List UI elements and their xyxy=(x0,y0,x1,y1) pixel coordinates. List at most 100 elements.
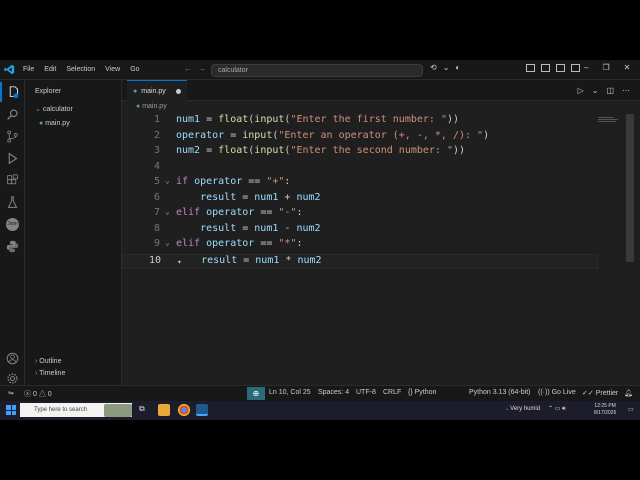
extensions-icon[interactable] xyxy=(0,170,25,190)
account-icon[interactable] xyxy=(0,348,25,368)
menu-go[interactable]: Go xyxy=(125,66,144,73)
timeline-section[interactable]: › Timeline xyxy=(35,370,65,377)
fold-chevron-icon[interactable]: ⌄ xyxy=(165,176,170,185)
menu-selection[interactable]: Selection xyxy=(61,66,100,73)
menu-view[interactable]: View xyxy=(100,66,125,73)
chevron-down-icon: ⌄ xyxy=(35,106,43,113)
maximize-icon[interactable]: ❐ xyxy=(602,63,609,72)
code-token: if xyxy=(176,176,189,187)
prettier-button[interactable]: ✓✓ Prettier xyxy=(582,389,618,397)
code-line[interactable]: 4 xyxy=(122,161,598,176)
cursor-position[interactable]: Ln 10, Col 25 xyxy=(269,389,311,396)
nav-back-forward[interactable]: ←→ xyxy=(184,64,212,73)
code-line[interactable]: 8 result = num1 - num2 xyxy=(122,223,598,238)
weather-widget[interactable]: 💧︎ Very humid xyxy=(506,406,540,413)
fold-chevron-icon[interactable]: ⌄ xyxy=(165,238,170,247)
zoom-icon[interactable]: ⊕ xyxy=(247,387,265,400)
toggle-sidebar-icon[interactable] xyxy=(526,64,535,72)
menu-edit[interactable]: Edit xyxy=(39,66,61,73)
more-actions-icon[interactable]: ⋯ xyxy=(622,86,630,95)
code-token: == xyxy=(242,176,267,187)
code-token: = xyxy=(236,222,255,234)
tab-main-py[interactable]: ● main.py xyxy=(127,80,187,101)
code-text: elif operator == "-": xyxy=(176,207,302,218)
customize-layout-icon[interactable] xyxy=(571,64,580,72)
notifications-icon[interactable]: 🔔︎ xyxy=(624,389,633,397)
fold-chevron-icon[interactable]: ⌄ xyxy=(165,207,170,216)
menu-file[interactable]: File xyxy=(18,66,39,73)
taskbar-clock[interactable]: 12:25 PM 8/17/2026 xyxy=(594,403,616,417)
code-token: "Enter the first number: " xyxy=(290,114,447,125)
code-line[interactable]: 2 operator = input("Enter an operator (+,… xyxy=(122,130,598,145)
run-debug-icon[interactable] xyxy=(0,148,25,168)
folder-calculator[interactable]: ⌄ calculator xyxy=(35,105,73,113)
close-icon[interactable]: ✕ xyxy=(624,63,631,72)
line-number: 8 xyxy=(153,222,160,234)
code-line[interactable]: 5 ⌄ if operator == "+": xyxy=(122,176,598,191)
chevron-down-icon[interactable]: ⌄ xyxy=(443,63,450,72)
windows-start-icon[interactable] xyxy=(6,405,16,415)
code-line[interactable]: 10 result = num1 * num2 ✦ xyxy=(122,253,598,269)
code-token: = xyxy=(224,129,243,141)
search-placeholder: Type here to search xyxy=(34,407,88,413)
account-sync-icon[interactable]: ◐ xyxy=(455,63,460,72)
code-line[interactable]: 7 ⌄ elif operator == "-": xyxy=(122,207,598,222)
editor-area: ● main.py ▷ ⌄ ◫ ⋯ ● main.py 1 num1 = floa… xyxy=(122,80,640,385)
code-token: input xyxy=(242,129,273,141)
unsaved-dot-icon[interactable] xyxy=(175,88,181,94)
line-number: 7 xyxy=(153,207,160,218)
breadcrumb[interactable]: ● main.py xyxy=(136,103,167,110)
language-mode[interactable]: {} Python xyxy=(408,389,436,396)
code-line[interactable]: 1 num1 = float(input("Enter the first num… xyxy=(122,114,598,129)
braces-icon: {} xyxy=(408,389,413,396)
encoding[interactable]: UTF-8 xyxy=(356,389,376,396)
run-python-file-icon[interactable]: ▷ xyxy=(578,86,584,95)
file-main-py[interactable]: ● main.py xyxy=(39,120,70,127)
split-editor-icon[interactable]: ◫ xyxy=(606,86,614,95)
problems-indicator[interactable]: ⓧ 0 △ 0 xyxy=(24,389,52,399)
toggle-secondary-sidebar-icon[interactable] xyxy=(556,64,565,72)
indentation[interactable]: Spaces: 4 xyxy=(318,389,349,396)
line-ending[interactable]: CRLF xyxy=(383,389,401,396)
code-token: = xyxy=(200,145,219,156)
minimap[interactable] xyxy=(598,117,620,127)
chrome-icon[interactable] xyxy=(178,404,190,416)
code-token: == xyxy=(254,238,279,249)
line-number: 2 xyxy=(153,129,160,141)
toggle-panel-icon[interactable] xyxy=(541,64,550,72)
copilot-sparkle-icon[interactable]: ✦ xyxy=(177,257,182,266)
vscode-logo-icon xyxy=(0,60,18,80)
source-control-icon[interactable] xyxy=(0,126,25,146)
folder-label: calculator xyxy=(42,106,73,113)
explorer-icon[interactable] xyxy=(0,82,25,102)
code-token: "+" xyxy=(266,176,285,187)
outline-section[interactable]: › Outline xyxy=(35,358,61,365)
remote-icon[interactable]: ⇋ xyxy=(8,389,14,397)
weather-label: Very humid xyxy=(510,406,541,412)
search-icon[interactable] xyxy=(0,104,25,124)
python-interpreter[interactable]: Python 3.13 (64-bit) xyxy=(469,389,530,396)
code-line[interactable]: 6 result = num1 + num2 xyxy=(122,192,598,207)
file-explorer-icon[interactable] xyxy=(158,404,170,416)
testing-icon[interactable] xyxy=(0,192,25,212)
chevron-down-icon[interactable]: ⌄ xyxy=(592,86,599,95)
code-text: num2 = float(input("Enter the second num… xyxy=(176,145,465,156)
json-icon[interactable]: Json xyxy=(0,214,25,234)
system-tray-icons[interactable]: ⌃ ▭ 🔊︎ xyxy=(548,405,566,413)
go-live-button[interactable]: ((·)) Go Live xyxy=(538,389,576,396)
notification-center-icon[interactable]: ▭ xyxy=(628,406,634,413)
minimize-icon[interactable]: – xyxy=(584,63,588,72)
command-center[interactable]: calculator xyxy=(211,64,423,77)
explorer-sidebar: Explorer ⌄ calculator ● main.py › Outlin… xyxy=(25,80,122,385)
copilot-icon[interactable]: ⟲ xyxy=(430,63,437,72)
editor-scrollbar[interactable] xyxy=(626,114,634,262)
code-token: + xyxy=(278,191,297,203)
code-token: elif xyxy=(176,238,201,249)
vscode-taskbar-icon[interactable] xyxy=(196,404,208,416)
code-line[interactable]: 9 ⌄ elif operator == "*": xyxy=(122,238,598,253)
code-token: - xyxy=(278,222,297,234)
task-view-icon[interactable]: ⧉ xyxy=(139,404,151,416)
python-icon[interactable] xyxy=(0,236,25,256)
code-line[interactable]: 3 num2 = float(input("Enter the second nu… xyxy=(122,145,598,160)
code-token: )) xyxy=(453,145,466,156)
